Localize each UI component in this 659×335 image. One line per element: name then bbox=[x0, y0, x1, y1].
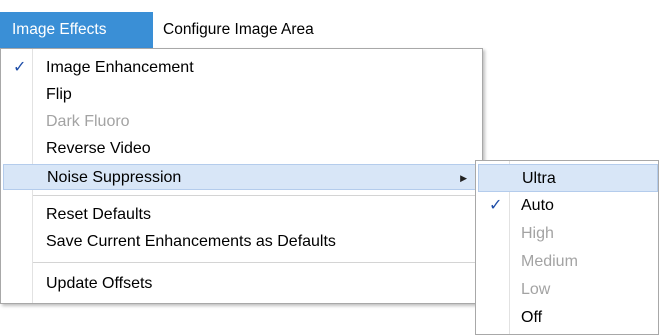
menu-item-reverse-video[interactable]: Reverse Video bbox=[3, 136, 480, 162]
menu-item-label: Reset Defaults bbox=[46, 206, 151, 223]
menu-item-label: Reverse Video bbox=[46, 140, 151, 157]
menu-item-flip[interactable]: Flip bbox=[3, 82, 480, 108]
submenu-item-low: Low bbox=[478, 276, 658, 304]
submenu-item-medium: Medium bbox=[478, 248, 658, 276]
menu-separator bbox=[33, 262, 478, 263]
menu-item-label: Image Enhancement bbox=[46, 59, 194, 76]
menu-item-label: Dark Fluoro bbox=[46, 113, 130, 130]
menu-item-image-enhancement[interactable]: ✓ Image Enhancement bbox=[3, 55, 480, 81]
submenu-item-label: Auto bbox=[521, 197, 554, 214]
submenu-item-off[interactable]: Off bbox=[478, 304, 658, 332]
menu-bar: Image Effects Configure Image Area bbox=[0, 12, 380, 48]
menu-item-update-offsets[interactable]: Update Offsets bbox=[3, 271, 480, 297]
menu-item-noise-suppression[interactable]: Noise Suppression ▶ bbox=[3, 164, 480, 190]
menu-separator bbox=[33, 195, 478, 196]
noise-suppression-submenu: Ultra ✓ Auto High Medium Low Off bbox=[475, 160, 659, 335]
menu-item-label: Save Current Enhancements as Defaults bbox=[46, 233, 336, 250]
submenu-item-label: High bbox=[521, 225, 554, 242]
tab-configure-image-area[interactable]: Configure Image Area bbox=[153, 12, 379, 48]
image-effects-dropdown: ✓ Image Enhancement Flip Dark Fluoro Rev… bbox=[0, 48, 483, 304]
submenu-item-auto[interactable]: ✓ Auto bbox=[478, 192, 658, 220]
submenu-arrow-icon: ▶ bbox=[460, 173, 467, 183]
submenu-item-label: Ultra bbox=[522, 170, 556, 187]
menu-item-label: Flip bbox=[46, 86, 72, 103]
submenu-item-high: High bbox=[478, 220, 658, 248]
menu-item-dark-fluoro: Dark Fluoro bbox=[3, 109, 480, 135]
submenu-item-ultra[interactable]: Ultra bbox=[478, 164, 658, 192]
menu-item-save-enhancements-defaults[interactable]: Save Current Enhancements as Defaults bbox=[3, 229, 480, 255]
menu-item-reset-defaults[interactable]: Reset Defaults bbox=[3, 202, 480, 228]
submenu-item-label: Medium bbox=[521, 253, 578, 270]
tab-image-effects[interactable]: Image Effects bbox=[0, 12, 153, 48]
submenu-item-label: Low bbox=[521, 281, 551, 298]
submenu-item-label: Off bbox=[521, 309, 543, 326]
checkmark-icon: ✓ bbox=[489, 197, 503, 214]
menu-item-label: Update Offsets bbox=[46, 275, 153, 292]
menu-item-label: Noise Suppression bbox=[47, 169, 182, 186]
checkmark-icon: ✓ bbox=[13, 59, 27, 76]
